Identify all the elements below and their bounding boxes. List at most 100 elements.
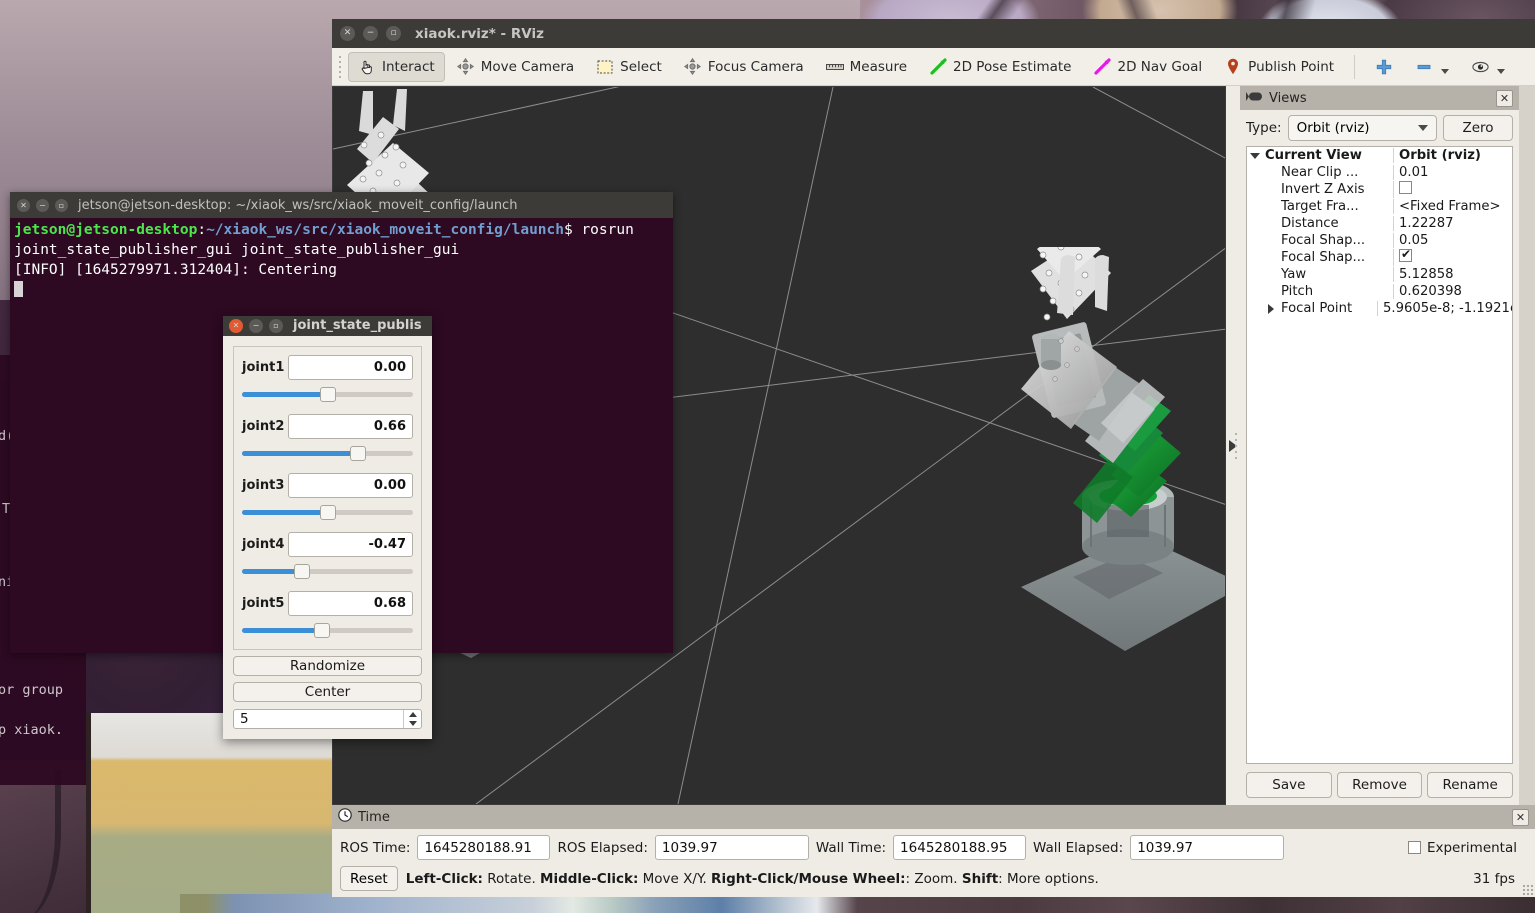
tool-visibility-button[interactable] bbox=[1461, 52, 1515, 82]
resize-grip[interactable] bbox=[1523, 885, 1533, 895]
rename-view-button[interactable]: Rename bbox=[1427, 772, 1514, 798]
help-left-click: Left-Click: bbox=[405, 870, 483, 887]
save-view-button[interactable]: Save bbox=[1246, 772, 1332, 798]
views-panel-titlebar[interactable]: Views ✕ bbox=[1240, 86, 1519, 110]
property-value[interactable] bbox=[1393, 249, 1512, 266]
joint-state-publisher-window[interactable]: ✕ − ▫ joint_state_publis joint1 0.00 joi… bbox=[223, 316, 432, 739]
remove-view-button[interactable]: Remove bbox=[1336, 772, 1423, 798]
tool-interact-button[interactable]: Interact bbox=[348, 51, 445, 82]
invert-z-axis-checkbox[interactable] bbox=[1399, 181, 1412, 194]
rviz-toolbar[interactable]: Interact Move Camera Select Focus Camera bbox=[332, 48, 1535, 86]
jsp-titlebar[interactable]: ✕ − ▫ joint_state_publis bbox=[223, 316, 432, 336]
toolbar-grip[interactable] bbox=[336, 53, 344, 81]
chevron-down-icon[interactable] bbox=[1247, 152, 1263, 159]
joint1-value[interactable]: 0.00 bbox=[288, 354, 413, 380]
table-row[interactable]: Target Fra... <Fixed Frame> bbox=[1247, 198, 1512, 215]
close-icon[interactable]: ✕ bbox=[1496, 89, 1513, 107]
ros-time-input[interactable]: 1645280188.91 bbox=[417, 835, 551, 860]
rviz-titlebar[interactable]: ✕ − ▫ xiaok.rviz* - RViz bbox=[332, 19, 1535, 48]
joint3-slider-thumb[interactable] bbox=[319, 504, 336, 520]
table-row[interactable]: Focal Shap... bbox=[1247, 249, 1512, 266]
reset-button[interactable]: Reset bbox=[340, 866, 398, 891]
minimize-icon[interactable]: − bbox=[36, 198, 49, 212]
ros-time-label: ROS Time: bbox=[340, 839, 411, 856]
joint2-slider[interactable] bbox=[242, 444, 413, 462]
decimal-places-spinbox[interactable]: 5 bbox=[233, 708, 422, 729]
property-value[interactable] bbox=[1393, 181, 1512, 198]
tool-select-button[interactable]: Select bbox=[586, 52, 672, 82]
tool-visibility-dropdown[interactable] bbox=[1497, 60, 1506, 74]
joint5-value[interactable]: 0.68 bbox=[288, 590, 413, 616]
table-row[interactable]: Focal Point 5.9605e-8; -1.1921e bbox=[1247, 300, 1512, 317]
zero-button[interactable]: Zero bbox=[1443, 115, 1513, 141]
joint4-value[interactable]: -0.47 bbox=[288, 531, 413, 557]
view-type-row: Type: Orbit (rviz) Zero bbox=[1240, 110, 1519, 146]
terminal-titlebar[interactable]: ✕ − ▫ jetson@jetson-desktop: ~/xiaok_ws/… bbox=[10, 192, 673, 218]
spinbox-up-button[interactable] bbox=[404, 710, 421, 719]
table-row[interactable]: Invert Z Axis bbox=[1247, 181, 1512, 198]
views-panel[interactable]: Views ✕ Type: Orbit (rviz) Zero Current … bbox=[1240, 86, 1519, 805]
joint1-slider[interactable] bbox=[242, 385, 413, 403]
maximize-icon[interactable]: ▫ bbox=[55, 198, 68, 212]
ros-elapsed-input[interactable]: 1039.97 bbox=[654, 835, 809, 860]
splitter-dots bbox=[1235, 432, 1237, 459]
table-row[interactable]: Yaw 5.12858 bbox=[1247, 266, 1512, 283]
table-row[interactable]: Focal Shap... 0.05 bbox=[1247, 232, 1512, 249]
table-row[interactable]: Pitch 0.620398 bbox=[1247, 283, 1512, 300]
joint3-value[interactable]: 0.00 bbox=[288, 472, 413, 498]
property-value: 5.12858 bbox=[1393, 267, 1512, 282]
panel-splitter[interactable] bbox=[1226, 86, 1240, 805]
views-property-tree[interactable]: Current View Orbit (rviz) Near Clip ... … bbox=[1246, 146, 1513, 764]
view-type-label: Type: bbox=[1246, 120, 1282, 136]
wall-time-input[interactable]: 1645280188.95 bbox=[893, 835, 1027, 860]
tool-2d-pose-estimate-button[interactable]: 2D Pose Estimate bbox=[919, 52, 1081, 82]
tool-2d-nav-goal-button[interactable]: 2D Nav Goal bbox=[1084, 52, 1213, 82]
tool-move-camera-button[interactable]: Move Camera bbox=[447, 52, 584, 82]
joint5-slider[interactable] bbox=[242, 621, 413, 639]
close-icon[interactable]: ✕ bbox=[1512, 808, 1529, 826]
time-panel-titlebar[interactable]: Time ✕ bbox=[332, 805, 1535, 829]
minimize-icon[interactable]: − bbox=[363, 26, 378, 41]
remove-tool-button[interactable] bbox=[1405, 52, 1459, 82]
joint-row: joint4 -0.47 bbox=[242, 531, 413, 557]
minus-icon bbox=[1415, 58, 1433, 76]
table-row[interactable]: Distance 1.22287 bbox=[1247, 215, 1512, 232]
chevron-right-icon[interactable] bbox=[1263, 303, 1279, 314]
joint2-value[interactable]: 0.66 bbox=[288, 413, 413, 439]
add-tool-button[interactable] bbox=[1365, 52, 1403, 82]
randomize-button[interactable]: Randomize bbox=[233, 655, 422, 676]
decimal-places-value[interactable]: 5 bbox=[234, 711, 403, 727]
joint2-slider-thumb[interactable] bbox=[350, 445, 367, 461]
spinbox-buttons[interactable] bbox=[403, 709, 421, 728]
tool-measure-button[interactable]: Measure bbox=[816, 52, 917, 82]
close-icon[interactable]: ✕ bbox=[17, 198, 30, 212]
close-icon[interactable]: ✕ bbox=[229, 318, 243, 333]
remove-tool-dropdown[interactable] bbox=[1441, 60, 1450, 74]
view-type-select[interactable]: Orbit (rviz) bbox=[1287, 115, 1437, 141]
joint-sliders-group: joint1 0.00 joint2 0.66 joint3 0.00 join… bbox=[233, 345, 422, 650]
maximize-icon[interactable]: ▫ bbox=[386, 26, 401, 41]
maximize-icon[interactable]: ▫ bbox=[269, 318, 283, 333]
experimental-row[interactable]: Experimental bbox=[1407, 840, 1527, 856]
joint3-slider[interactable] bbox=[242, 503, 413, 521]
tool-publish-point-button[interactable]: Publish Point bbox=[1214, 52, 1344, 82]
joint-row: joint5 0.68 bbox=[242, 590, 413, 616]
wall-elapsed-input[interactable]: 1039.97 bbox=[1130, 835, 1285, 860]
experimental-checkbox[interactable] bbox=[1407, 841, 1421, 854]
minimize-icon[interactable]: − bbox=[249, 318, 263, 333]
table-row[interactable]: Current View Orbit (rviz) bbox=[1247, 147, 1512, 164]
views-dock-icon bbox=[1246, 91, 1263, 106]
joint5-slider-thumb[interactable] bbox=[314, 622, 331, 638]
property-value: 0.05 bbox=[1393, 233, 1512, 248]
table-row[interactable]: Near Clip ... 0.01 bbox=[1247, 164, 1512, 181]
time-fields-row: ROS Time: 1645280188.91 ROS Elapsed: 103… bbox=[332, 829, 1535, 862]
tool-focus-camera-button[interactable]: Focus Camera bbox=[674, 52, 814, 82]
joint1-slider-thumb[interactable] bbox=[319, 386, 336, 402]
spinbox-down-button[interactable] bbox=[404, 719, 421, 728]
center-button[interactable]: Center bbox=[233, 681, 422, 702]
focal-shape-fixed-size-checkbox[interactable] bbox=[1399, 249, 1412, 262]
joint4-slider-thumb[interactable] bbox=[293, 563, 310, 579]
terminal-prompt-sep: : bbox=[197, 222, 207, 238]
joint4-slider[interactable] bbox=[242, 562, 413, 580]
close-icon[interactable]: ✕ bbox=[340, 26, 355, 41]
